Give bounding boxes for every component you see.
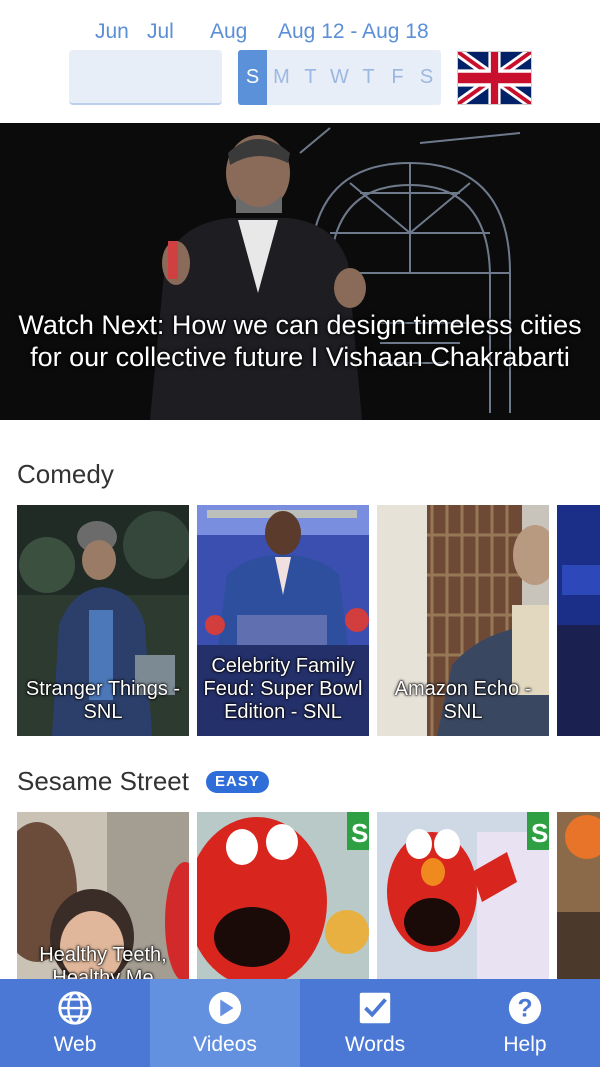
nav-words-label: Words — [344, 1033, 406, 1056]
nav-help-label: Help — [503, 1033, 547, 1056]
checkbox-icon — [359, 992, 391, 1024]
thumbnail-image — [557, 505, 600, 736]
comedy-heading: Comedy — [17, 459, 114, 489]
week-day-strip: S M T W T F S — [238, 50, 441, 105]
section-title-sesame-street: Sesame Street EASY — [17, 766, 269, 797]
video-card-healthy-teeth[interactable]: Healthy Teeth, Healthy Me — [17, 812, 189, 982]
week-range-label: Aug 12 - Aug 18 — [278, 20, 429, 43]
nav-videos-label: Videos — [193, 1033, 257, 1056]
bottom-nav: Web Videos Words ? Help — [0, 979, 600, 1067]
video-card-amazon-echo[interactable]: Amazon Echo - SNL — [377, 505, 549, 736]
video-card-partial[interactable] — [557, 812, 600, 982]
day-wednesday[interactable]: W — [325, 50, 354, 105]
day-friday[interactable]: F — [383, 50, 412, 105]
sesame-heading: Sesame Street — [17, 766, 189, 796]
day-sunday[interactable]: S — [238, 50, 267, 105]
day-tuesday[interactable]: T — [296, 50, 325, 105]
thumbnail-image — [557, 812, 600, 982]
svg-text:S: S — [531, 818, 548, 848]
help-icon: ? — [508, 991, 542, 1025]
comedy-carousel[interactable]: Stranger Things - SNL Celebrity Family F… — [17, 505, 600, 736]
month-jul[interactable]: Jul — [147, 20, 174, 44]
hero-title: Watch Next: How we can design timeless c… — [18, 310, 582, 372]
svg-text:S: S — [351, 818, 368, 848]
video-caption: Amazon Echo - SNL — [394, 678, 532, 723]
video-card-stranger-things[interactable]: Stranger Things - SNL — [17, 505, 189, 736]
svg-text:?: ? — [517, 996, 532, 1023]
globe-icon — [58, 991, 92, 1025]
nav-web[interactable]: Web — [0, 979, 150, 1067]
difficulty-badge: EASY — [205, 770, 269, 793]
watch-next-hero[interactable]: Watch Next: How we can design timeless c… — [0, 123, 600, 420]
section-title-comedy: Comedy — [17, 459, 114, 490]
video-card-celebrity-family-feud[interactable]: Celebrity Family Feud: Super Bowl Editio… — [197, 505, 369, 736]
video-caption: Healthy Teeth, Healthy Me — [39, 944, 167, 982]
month-selector[interactable] — [69, 50, 222, 105]
month-aug[interactable]: Aug — [210, 20, 247, 44]
play-icon — [208, 991, 242, 1025]
day-monday[interactable]: M — [267, 50, 296, 105]
video-card-elmo-2[interactable]: S — [377, 812, 549, 982]
nav-videos[interactable]: Videos — [150, 979, 300, 1067]
nav-help[interactable]: ? Help — [450, 979, 600, 1067]
video-caption: Stranger Things - SNL — [25, 678, 181, 723]
date-header: Jun Jul Aug Aug 12 - Aug 18 S M T W T F … — [0, 0, 600, 122]
uk-flag-icon[interactable] — [457, 51, 532, 105]
sesame-street-carousel[interactable]: Healthy Teeth, Healthy Me S S — [17, 812, 600, 982]
video-card-elmo-1[interactable]: S — [197, 812, 369, 982]
day-saturday[interactable]: S — [412, 50, 441, 105]
month-labels: Jun Jul Aug Aug 12 - Aug 18 — [0, 20, 600, 46]
nav-words[interactable]: Words — [300, 979, 450, 1067]
day-thursday[interactable]: T — [354, 50, 383, 105]
thumbnail-image: S — [197, 812, 369, 982]
thumbnail-image: S — [377, 812, 549, 982]
hero-image — [0, 123, 600, 420]
video-card-partial[interactable] — [557, 505, 600, 736]
video-caption: Celebrity Family Feud: Super Bowl Editio… — [203, 655, 363, 723]
nav-web-label: Web — [53, 1033, 97, 1056]
month-jun[interactable]: Jun — [95, 20, 129, 44]
